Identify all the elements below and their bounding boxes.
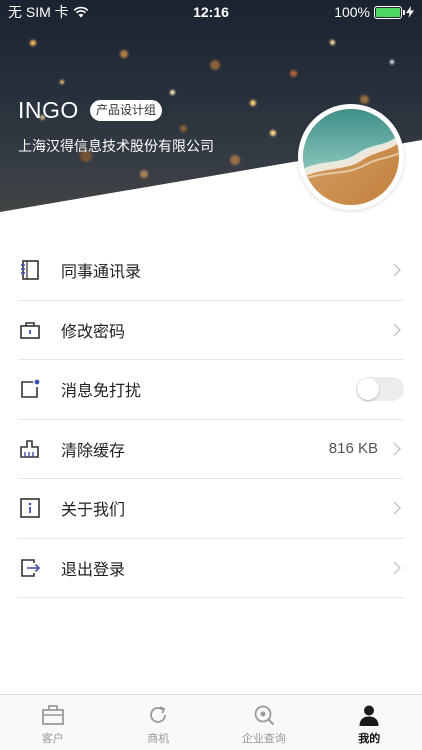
do-not-disturb-toggle[interactable] bbox=[356, 377, 404, 402]
tab-label-company-search: 企业查询 bbox=[241, 732, 286, 745]
menu-label-clear-cache: 清除缓存 bbox=[61, 442, 126, 460]
carrier-label: 无 SIM 卡 bbox=[8, 4, 69, 20]
tab-label-me: 我的 bbox=[358, 732, 381, 745]
broom-icon bbox=[18, 437, 42, 461]
tab-customers[interactable]: 客户 bbox=[0, 695, 106, 750]
cache-size: 816 KB bbox=[328, 440, 378, 458]
company-name: 上海汉得信息技术股份有限公司 bbox=[18, 138, 214, 154]
briefcase-lock-icon bbox=[18, 318, 42, 342]
chevron-right-icon bbox=[393, 561, 401, 575]
toggle-knob bbox=[357, 378, 379, 401]
role-badge: 产品设计组 bbox=[90, 100, 163, 121]
status-bar: 无 SIM 卡 12:16 100% bbox=[0, 0, 422, 24]
avatar[interactable] bbox=[298, 104, 404, 210]
menu-item-contacts[interactable]: 同事通讯录 bbox=[18, 241, 404, 301]
menu-item-clear-cache[interactable]: 清除缓存 816 KB bbox=[18, 420, 404, 479]
battery-percent: 100% bbox=[334, 4, 370, 20]
briefcase-icon bbox=[41, 704, 64, 725]
wifi-icon bbox=[73, 6, 89, 18]
user-name: INGO bbox=[18, 97, 79, 123]
menu-item-change-password[interactable]: 修改密码 bbox=[18, 301, 404, 360]
menu-item-do-not-disturb: 消息免打扰 bbox=[18, 360, 404, 420]
bottom-tab-bar: 客户 商机 企业查询 我的 bbox=[0, 694, 422, 750]
tab-label-opportunities: 商机 bbox=[147, 732, 170, 745]
chevron-right-icon bbox=[393, 323, 401, 337]
refresh-icon bbox=[150, 705, 167, 723]
search-icon bbox=[254, 705, 274, 725]
charging-bolt-icon bbox=[406, 6, 414, 18]
menu-label-logout: 退出登录 bbox=[61, 561, 126, 579]
menu-label-do-not-disturb: 消息免打扰 bbox=[61, 383, 142, 401]
logout-icon bbox=[18, 556, 42, 580]
tab-label-customers: 客户 bbox=[41, 732, 64, 745]
chevron-right-icon bbox=[393, 501, 401, 515]
person-icon bbox=[359, 705, 379, 726]
menu-label-contacts: 同事通讯录 bbox=[61, 264, 142, 282]
info-icon bbox=[18, 496, 42, 520]
menu-label-change-password: 修改密码 bbox=[61, 323, 126, 341]
menu-item-about-us[interactable]: 关于我们 bbox=[18, 479, 404, 539]
tab-company-search[interactable]: 企业查询 bbox=[211, 695, 317, 750]
settings-menu: 同事通讯录 修改密码 消息免打扰 清除缓存 816 KB 关于我们 退出登录 bbox=[18, 241, 404, 598]
tab-opportunities[interactable]: 商机 bbox=[106, 695, 212, 750]
chevron-right-icon bbox=[393, 263, 401, 277]
chevron-right-icon bbox=[393, 442, 401, 456]
battery-icon bbox=[374, 5, 405, 19]
menu-item-logout[interactable]: 退出登录 bbox=[18, 539, 404, 598]
notification-icon bbox=[18, 377, 42, 401]
menu-label-about-us: 关于我们 bbox=[61, 502, 126, 520]
avatar-image bbox=[303, 109, 399, 205]
contacts-book-icon bbox=[18, 258, 42, 282]
tab-me[interactable]: 我的 bbox=[317, 695, 422, 750]
